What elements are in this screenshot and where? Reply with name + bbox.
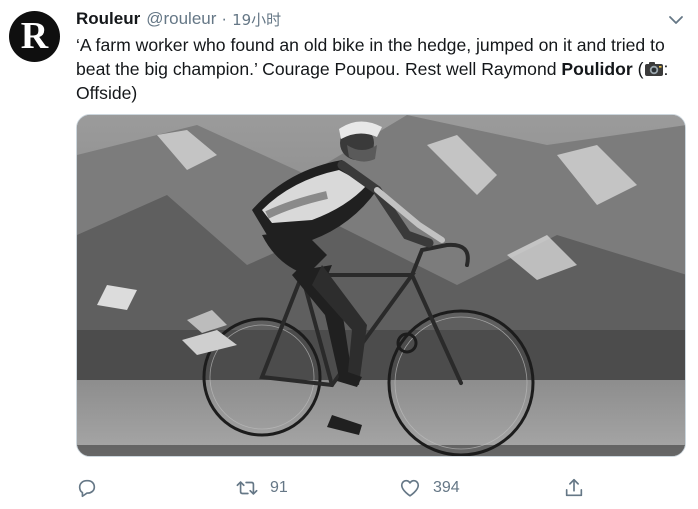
avatar[interactable]: R: [9, 11, 60, 62]
like-count: 394: [433, 479, 460, 496]
chevron-down-icon[interactable]: [668, 12, 684, 28]
tweet-text: ‘A farm worker who found an old bike in …: [76, 33, 688, 105]
tweet-header: Rouleur @rouleur · 19小时: [76, 8, 281, 30]
author-name[interactable]: Rouleur: [76, 9, 140, 29]
share-icon: [565, 478, 583, 497]
reply-icon: [78, 479, 96, 498]
timestamp[interactable]: 19小时: [232, 9, 281, 30]
tweet-text-open: (: [632, 59, 644, 79]
retweet-count: 91: [270, 479, 288, 496]
avatar-logo: R: [20, 14, 49, 57]
tweet[interactable]: R Rouleur @rouleur · 19小时 ‘A farm worker…: [0, 0, 698, 509]
action-bar: 91 394: [76, 474, 688, 502]
tweet-photo[interactable]: [76, 114, 686, 457]
retweet-icon: [236, 481, 258, 495]
camera-icon: [644, 62, 663, 76]
separator-dot: ·: [221, 9, 228, 28]
retweet-button[interactable]: 91: [236, 474, 288, 502]
heart-icon: [400, 479, 420, 497]
share-button[interactable]: [563, 474, 585, 502]
author-handle[interactable]: @rouleur: [146, 9, 216, 29]
tweet-text-bold: Poulidor: [561, 59, 633, 79]
cyclist-photo: [77, 115, 685, 456]
like-button[interactable]: 394: [399, 474, 460, 502]
reply-button[interactable]: [76, 474, 110, 502]
